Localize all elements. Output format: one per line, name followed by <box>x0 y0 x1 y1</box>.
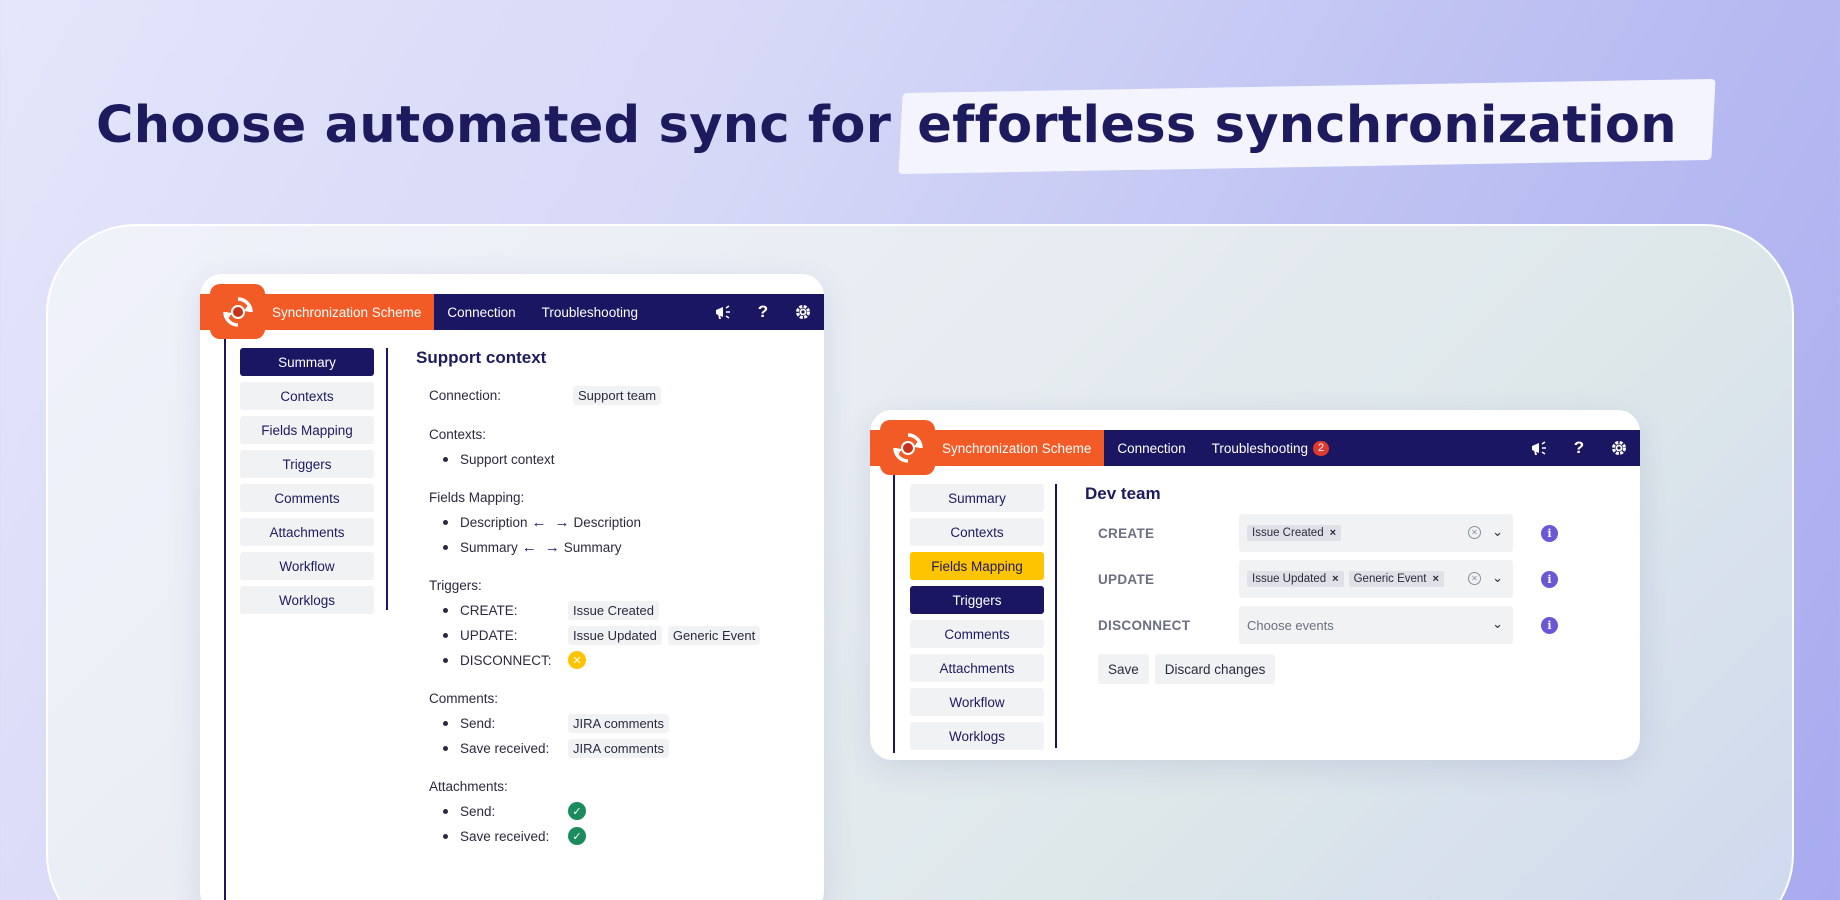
disconnect-events-select[interactable]: Choose events ⌄ <box>1239 606 1513 644</box>
menu-comments[interactable]: Comments <box>910 620 1044 648</box>
event-tag[interactable]: Issue Updated × <box>1247 571 1344 587</box>
top-nav: Synchronization Scheme Connection Troubl… <box>200 284 824 339</box>
menu-divider <box>386 348 388 610</box>
tab-connection[interactable]: Connection <box>1104 430 1198 466</box>
list-item: Save received: ✓ <box>443 827 806 845</box>
list-item: UPDATE: Issue Updated Generic Event <box>443 625 806 645</box>
chevron-down-icon[interactable]: ⌄ <box>1492 570 1503 586</box>
menu-triggers[interactable]: Triggers <box>240 450 374 478</box>
headline-plain: Choose automated sync for <box>96 96 892 155</box>
help-icon[interactable]: ? <box>754 302 772 321</box>
arrow-right-icon: → <box>544 538 560 556</box>
menu-triggers[interactable]: Triggers <box>910 586 1044 614</box>
arrow-right-icon: → <box>554 513 570 531</box>
gear-icon[interactable] <box>1610 439 1628 457</box>
arrow-left-icon: ← <box>531 513 547 531</box>
create-label: CREATE <box>1098 525 1155 541</box>
chevron-down-icon[interactable]: ⌄ <box>1492 616 1503 632</box>
menu-contexts[interactable]: Contexts <box>240 382 374 410</box>
menu-contexts[interactable]: Contexts <box>910 518 1044 546</box>
list-item: DISCONNECT: ✕ <box>443 651 806 669</box>
list-item: Support context <box>443 450 806 468</box>
event-tag[interactable]: Issue Created × <box>1247 525 1342 541</box>
check-icon: ✓ <box>568 802 586 820</box>
page-title: Dev team <box>1085 484 1161 503</box>
remove-tag-icon: × <box>1332 573 1339 585</box>
connection-label: Connection: <box>429 388 502 403</box>
menu-summary[interactable]: Summary <box>910 484 1044 512</box>
info-icon[interactable]: i <box>1541 616 1558 634</box>
megaphone-icon[interactable] <box>714 303 732 321</box>
event-tag[interactable]: Generic Event × <box>1348 571 1444 587</box>
check-icon: ✓ <box>568 827 586 845</box>
summary-content: Support context Connection: Support team… <box>416 348 806 852</box>
comments-label: Comments: <box>429 691 499 706</box>
list-item: CREATE: Issue Created <box>443 600 806 620</box>
arrow-left-icon: ← <box>521 538 537 556</box>
info-icon[interactable]: i <box>1541 524 1558 542</box>
summary-window: Synchronization Scheme Connection Troubl… <box>200 274 824 900</box>
list-item: Send: ✓ <box>443 802 806 820</box>
discard-changes-button[interactable]: Discard changes <box>1154 654 1276 684</box>
side-menu: Summary Contexts Fields Mapping Triggers… <box>240 348 374 614</box>
clear-icon[interactable]: ✕ <box>1468 572 1481 585</box>
attachments-label: Attachments: <box>429 779 508 794</box>
menu-fields-mapping[interactable]: Fields Mapping <box>910 552 1044 580</box>
triggers-content: Dev team CREATE Issue Created × ✕ ⌄ i UPD… <box>1085 484 1615 684</box>
sync-logo-icon[interactable] <box>880 420 935 475</box>
megaphone-icon[interactable] <box>1530 439 1548 457</box>
fields-mapping-label: Fields Mapping: <box>429 490 525 505</box>
update-events-select[interactable]: Issue Updated × Generic Event × ✕ ⌄ <box>1239 560 1513 598</box>
save-button[interactable]: Save <box>1098 654 1149 684</box>
menu-attachments[interactable]: Attachments <box>240 518 374 546</box>
update-label: UPDATE <box>1098 571 1155 587</box>
menu-fields-mapping[interactable]: Fields Mapping <box>240 416 374 444</box>
menu-summary[interactable]: Summary <box>240 348 374 376</box>
list-item: Summary ← → Summary <box>443 538 806 556</box>
menu-worklogs[interactable]: Worklogs <box>240 586 374 614</box>
menu-comments[interactable]: Comments <box>240 484 374 512</box>
headline-highlight: effortless synchronization <box>917 96 1677 155</box>
clear-icon[interactable]: ✕ <box>1468 526 1481 539</box>
disconnect-label: DISCONNECT <box>1098 617 1191 633</box>
contexts-label: Contexts: <box>429 427 487 442</box>
headline: Choose automated sync for effortless syn… <box>96 96 1693 155</box>
count-badge: 2 <box>1312 440 1330 456</box>
triggers-window: Synchronization Scheme Connection Troubl… <box>870 410 1640 760</box>
select-placeholder: Choose events <box>1247 617 1334 633</box>
page-title: Support context <box>416 348 547 367</box>
triggers-label: Triggers: <box>429 578 482 593</box>
list-item: Save received: JIRA comments <box>443 738 806 758</box>
top-nav: Synchronization Scheme Connection Troubl… <box>870 420 1640 475</box>
create-events-select[interactable]: Issue Created × ✕ ⌄ <box>1239 514 1513 552</box>
connection-value: Support team <box>573 386 662 405</box>
menu-workflow[interactable]: Workflow <box>240 552 374 580</box>
remove-tag-icon: × <box>1432 573 1439 585</box>
menu-workflow[interactable]: Workflow <box>910 688 1044 716</box>
help-icon[interactable]: ? <box>1570 438 1588 457</box>
sync-logo-icon[interactable] <box>210 284 265 339</box>
list-item: Send: JIRA comments <box>443 713 806 733</box>
menu-worklogs[interactable]: Worklogs <box>910 722 1044 750</box>
tab-connection[interactable]: Connection <box>434 294 528 330</box>
gear-icon[interactable] <box>794 303 812 321</box>
side-menu: Summary Contexts Fields Mapping Triggers… <box>910 484 1044 750</box>
left-rule <box>224 330 226 900</box>
tab-troubleshooting[interactable]: Troubleshooting <box>529 294 651 330</box>
menu-attachments[interactable]: Attachments <box>910 654 1044 682</box>
cross-status-icon: ✕ <box>568 651 586 669</box>
info-icon[interactable]: i <box>1541 570 1558 588</box>
tab-troubleshooting[interactable]: Troubleshooting 2 <box>1199 430 1342 466</box>
remove-tag-icon: × <box>1329 527 1337 539</box>
chevron-down-icon[interactable]: ⌄ <box>1492 524 1503 540</box>
left-rule <box>893 466 895 753</box>
menu-divider <box>1055 484 1057 748</box>
list-item: Description ← → Description <box>443 513 806 531</box>
headline-highlight-box: effortless synchronization <box>901 96 1693 155</box>
